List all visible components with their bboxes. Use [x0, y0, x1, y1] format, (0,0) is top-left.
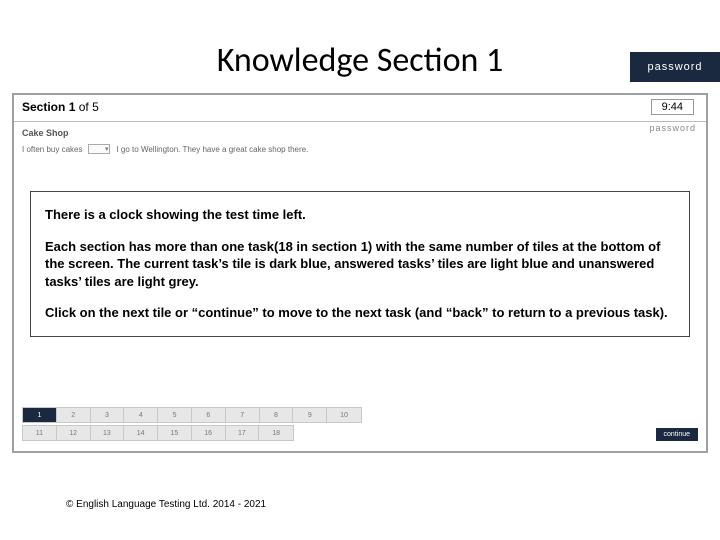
task-sentence: I often buy cakes ▾ I go to Wellington. …	[14, 144, 706, 158]
task-tile-14[interactable]: 14	[124, 426, 158, 440]
task-tile-9[interactable]: 9	[293, 408, 327, 422]
task-tile-11[interactable]: 11	[23, 426, 57, 440]
task-tile-13[interactable]: 13	[91, 426, 125, 440]
task-tile-5[interactable]: 5	[158, 408, 192, 422]
app-header: Section 1 of 5 9:44	[14, 95, 706, 119]
task-title: Cake Shop	[14, 126, 706, 144]
section-total: 5	[92, 100, 99, 114]
task-tile-8[interactable]: 8	[260, 408, 294, 422]
brand-mini: password	[649, 123, 696, 133]
info-paragraph-1: There is a clock showing the test time l…	[45, 206, 675, 224]
app-frame: Section 1 of 5 9:44 password Cake Shop I…	[12, 93, 708, 453]
info-paragraph-2: Each section has more than one task(18 i…	[45, 238, 675, 291]
task-tile-3[interactable]: 3	[91, 408, 125, 422]
task-tile-7[interactable]: 7	[226, 408, 260, 422]
task-tile-17[interactable]: 17	[226, 426, 260, 440]
task-tile-12[interactable]: 12	[57, 426, 91, 440]
task-tile-6[interactable]: 6	[192, 408, 226, 422]
info-overlay: There is a clock showing the test time l…	[30, 191, 690, 337]
task-text-a: I often buy cakes	[22, 145, 82, 154]
task-tile-15[interactable]: 15	[158, 426, 192, 440]
task-text-b: I go to Wellington. They have a great ca…	[116, 145, 308, 154]
task-tile-10[interactable]: 10	[327, 408, 361, 422]
continue-button[interactable]: continue	[656, 428, 698, 441]
task-tile-16[interactable]: 16	[192, 426, 226, 440]
divider	[14, 121, 706, 122]
section-prefix: Section	[22, 100, 69, 114]
copyright: © English Language Testing Ltd. 2014 - 2…	[66, 499, 266, 510]
tile-row-2: 11 12 13 14 15 16 17 18	[22, 425, 294, 441]
slide-title: Knowledge Section 1	[0, 0, 720, 93]
task-tile-18[interactable]: 18	[259, 426, 293, 440]
info-paragraph-3: Click on the next tile or “continue” to …	[45, 304, 675, 322]
task-blank-dropdown[interactable]: ▾	[88, 144, 110, 154]
section-indicator: Section 1 of 5	[22, 100, 99, 114]
task-tile-4[interactable]: 4	[124, 408, 158, 422]
tiles-area: 1 2 3 4 5 6 7 8 9 10 11 12 13 14 15 16 1…	[22, 407, 698, 443]
tile-row-1: 1 2 3 4 5 6 7 8 9 10	[22, 407, 362, 423]
clock: 9:44	[651, 99, 694, 115]
section-of: of	[75, 100, 92, 114]
task-tile-2[interactable]: 2	[57, 408, 91, 422]
task-tile-1[interactable]: 1	[23, 408, 57, 422]
brand-corner: password	[630, 52, 720, 82]
